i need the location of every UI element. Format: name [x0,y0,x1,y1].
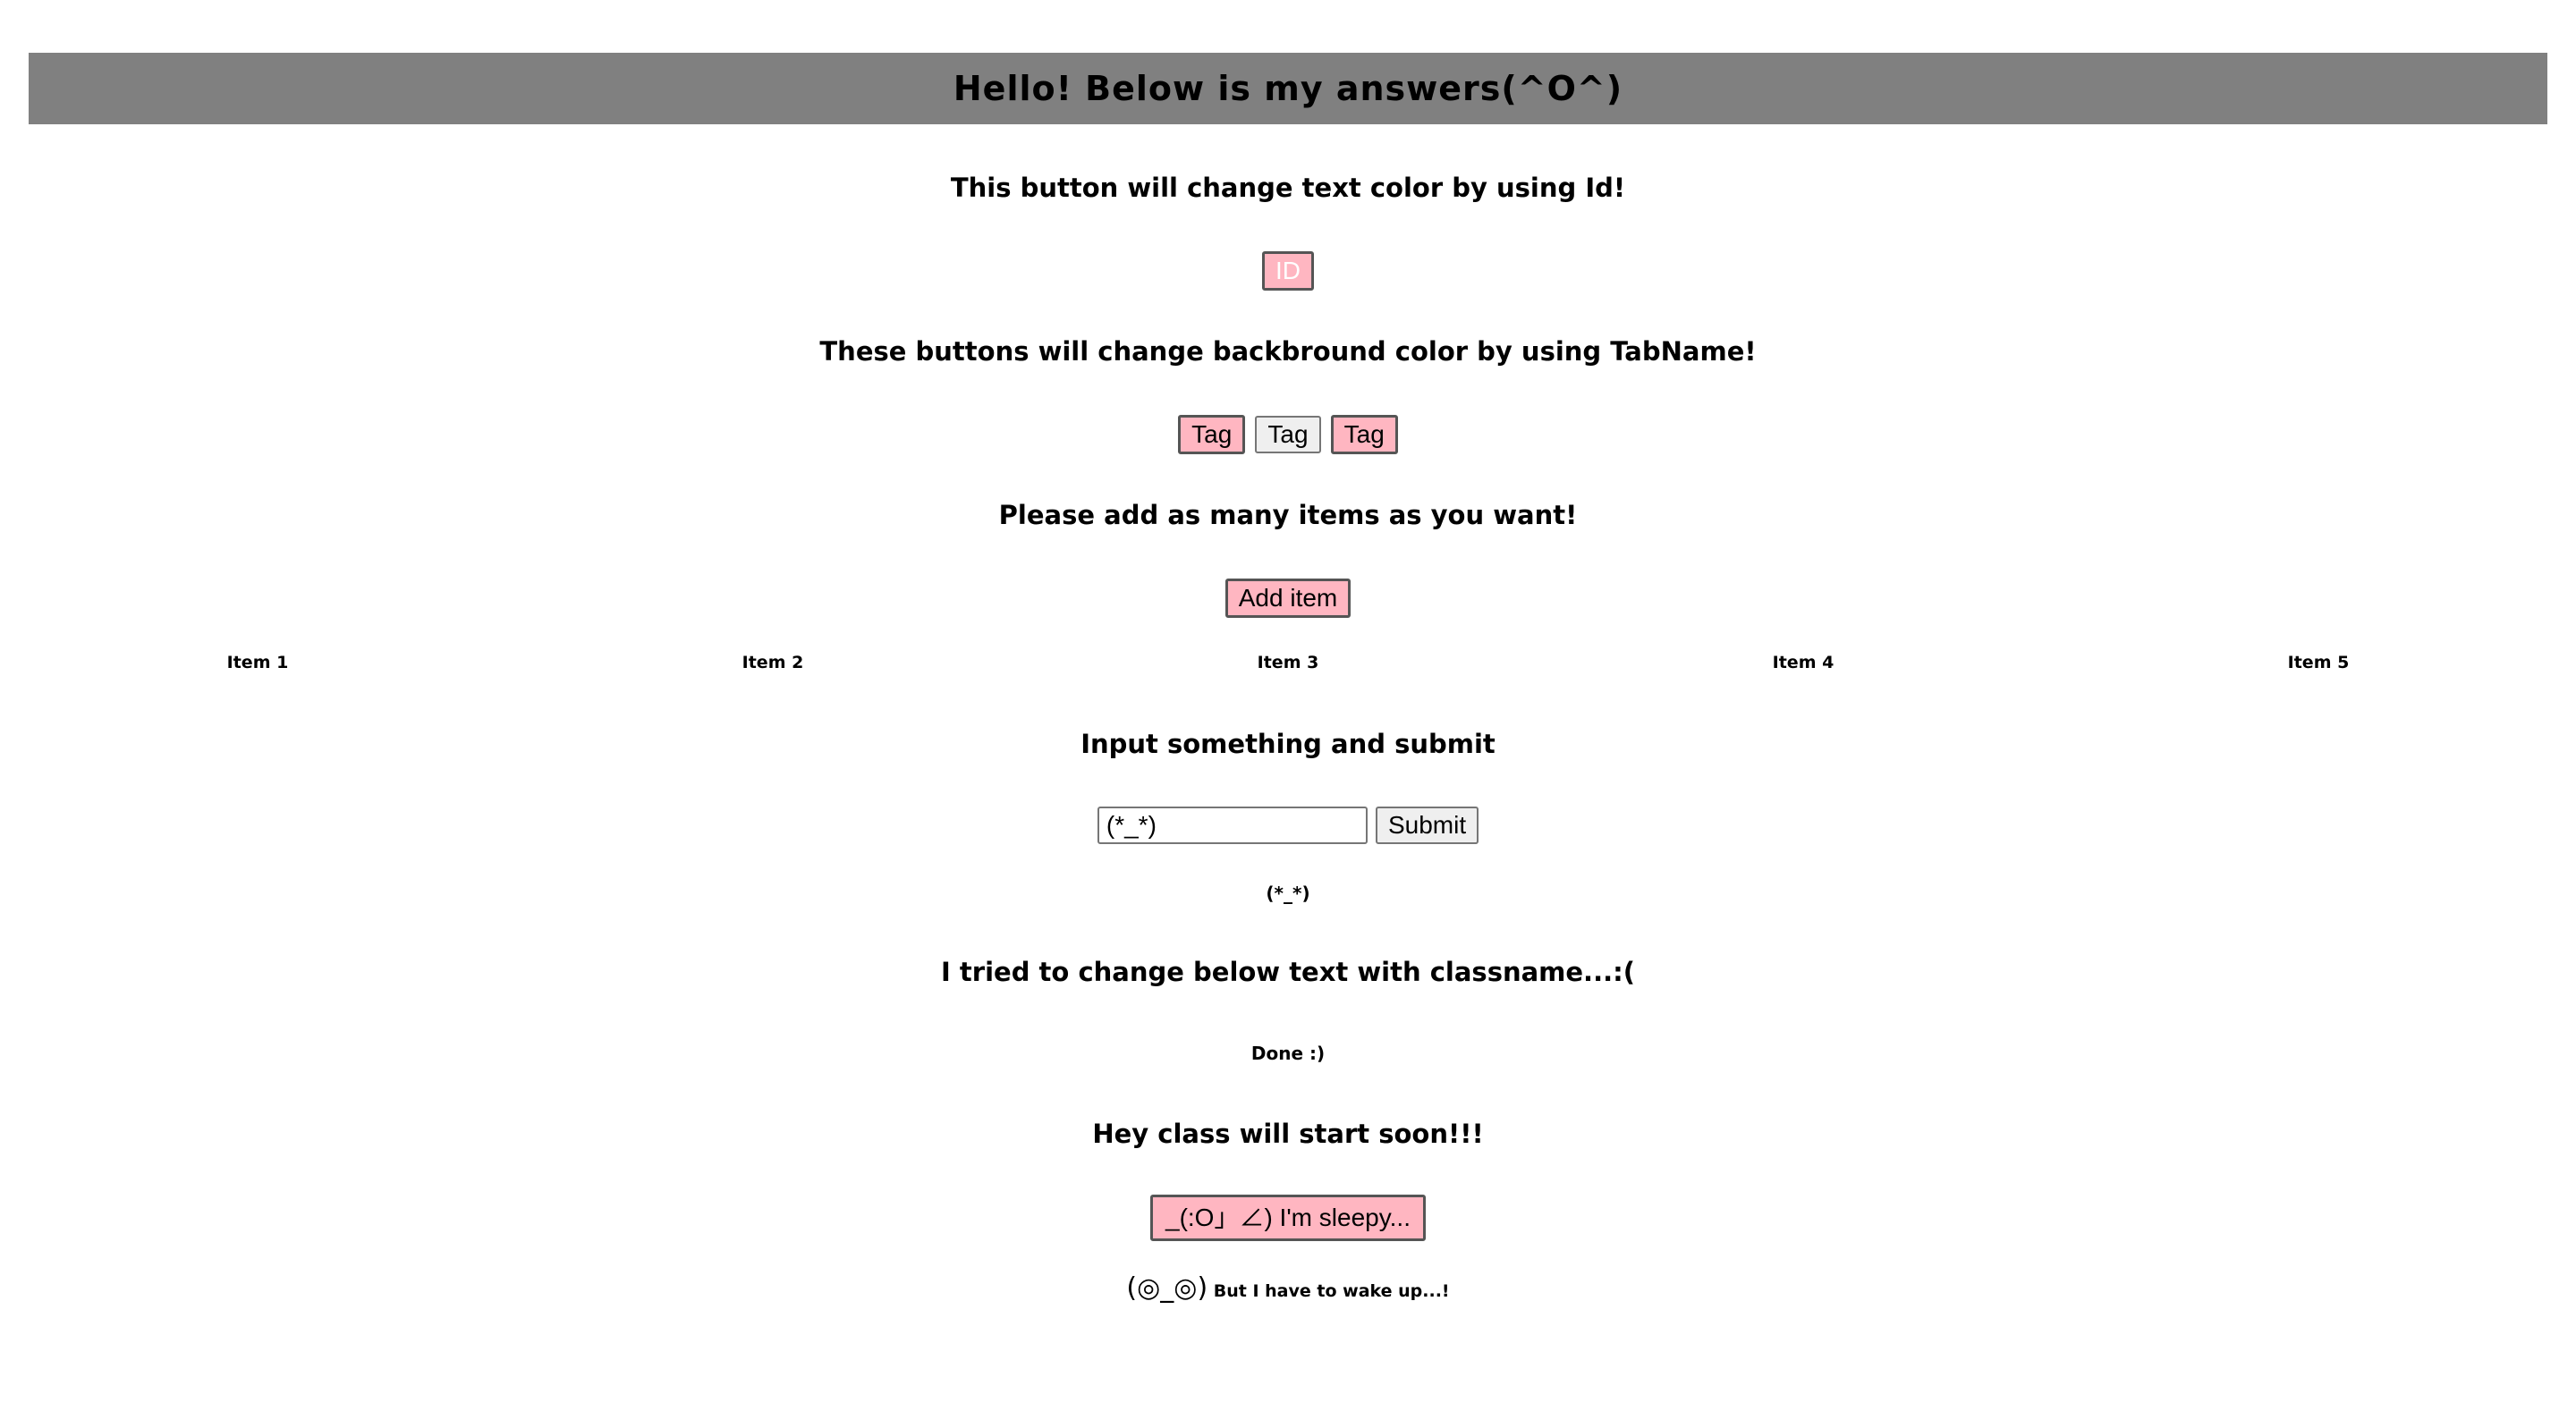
sleepy-face: (◎_◎) [1126,1272,1208,1304]
tag-section: These buttons will change backbround col… [0,336,2576,367]
tag-button-row: Tag Tag Tag [0,415,2576,454]
input-section: Input something and submit [0,729,2576,759]
classname-section-heading: I tried to change below text with classn… [941,957,1635,987]
classname-result-text: Done :) [1250,1043,1326,1064]
id-section-heading: This button will change text color by us… [950,173,1626,203]
list-item: Item 2 [741,653,804,672]
input-row: Submit [0,807,2576,844]
classname-section: I tried to change below text with classn… [0,957,2576,987]
submit-button[interactable]: Submit [1375,807,1479,844]
classname-result: Done :) [0,1043,2576,1064]
class-section-heading: Hey class will start soon!!! [1092,1119,1484,1149]
id-button-row: ID [0,251,2576,291]
tag-button-1[interactable]: Tag [1178,415,1246,454]
sleepy-button[interactable]: _(:O」∠) I'm sleepy... [1150,1195,1426,1241]
list-item: Item 1 [226,653,289,672]
tag-button-3[interactable]: Tag [1330,415,1398,454]
class-section: Hey class will start soon!!! [0,1119,2576,1149]
id-section: This button will change text color by us… [0,173,2576,203]
item-list: Item 1 Item 2 Item 3 Item 4 Item 5 [0,653,2576,672]
page-title: Hello! Below is my answers(^O^) [953,69,1623,108]
wake-up-text: (◎_◎) But I have to wake up...! [0,1272,2576,1304]
list-item: Item 5 [2287,653,2350,672]
add-item-row: Add item [0,579,2576,618]
add-item-button[interactable]: Add item [1224,579,1352,618]
items-section: Please add as many items as you want! [0,500,2576,530]
input-section-heading: Input something and submit [1080,729,1496,759]
list-item: Item 3 [1257,653,1319,672]
items-section-heading: Please add as many items as you want! [998,500,1578,530]
header-banner: Hello! Below is my answers(^O^) [29,53,2547,124]
id-button[interactable]: ID [1262,251,1314,291]
tag-button-2[interactable]: Tag [1255,416,1321,453]
wake-up-message: But I have to wake up...! [1208,1281,1450,1301]
submitted-text: (*_*) [1266,883,1310,904]
sleepy-button-row: _(:O」∠) I'm sleepy... [0,1195,2576,1241]
wake-up-line: (◎_◎) But I have to wake up...! [0,1272,2576,1304]
list-item: Item 4 [1772,653,1835,672]
input-output: (*_*) [0,883,2576,904]
tag-section-heading: These buttons will change backbround col… [819,336,1757,367]
text-input[interactable] [1097,807,1368,844]
